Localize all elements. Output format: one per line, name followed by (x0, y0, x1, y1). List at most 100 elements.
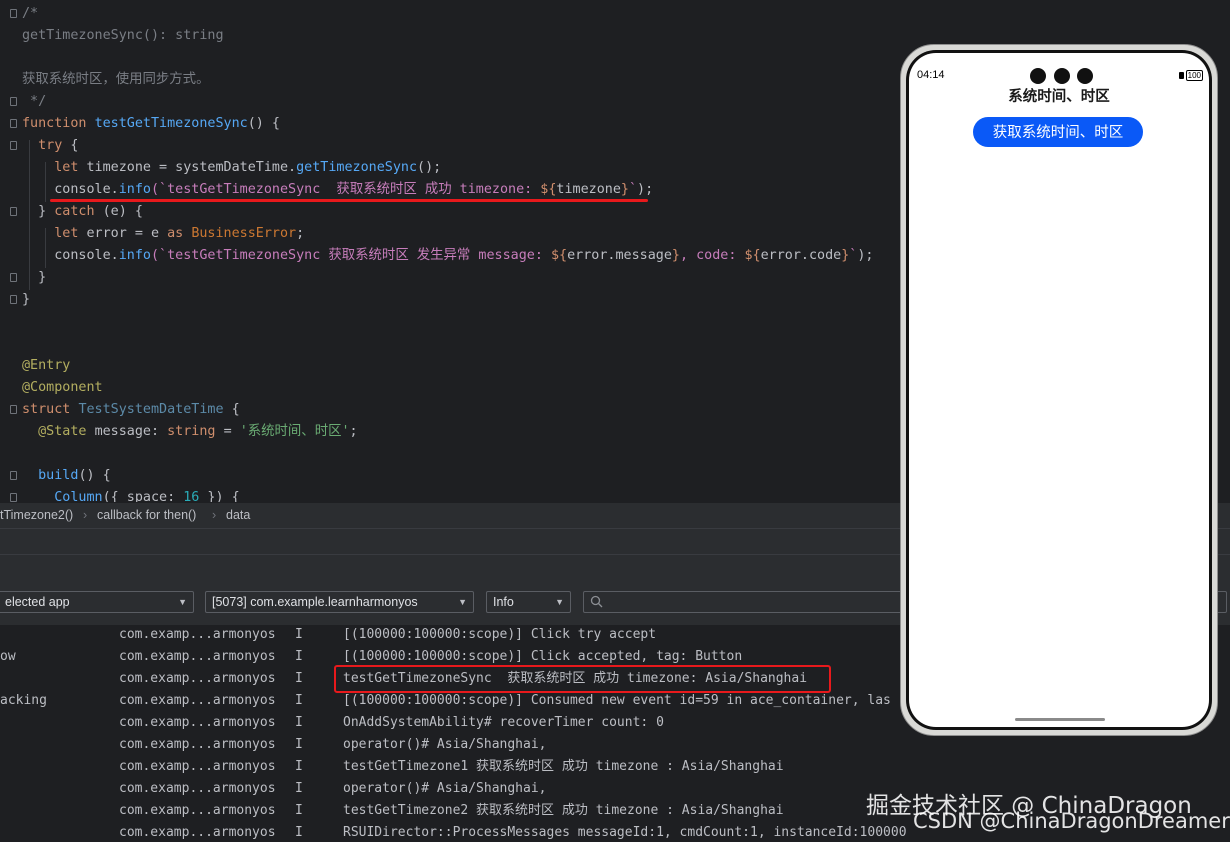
code-token: } (671, 248, 680, 263)
code-line[interactable]: /* (0, 3, 900, 25)
battery-icon: 100 (1185, 70, 1203, 82)
code-line[interactable]: } catch (e) { (0, 201, 900, 223)
battery-indicator: 100 (1178, 70, 1203, 82)
log-tag: acking (0, 693, 47, 708)
code-text: console.info(`testGetTimezoneSync 获取系统时区… (22, 245, 873, 267)
code-text: struct TestSystemDateTime { (22, 399, 240, 421)
code-token: function (22, 116, 95, 131)
code-token: (); (417, 160, 442, 175)
code-token: 获取系统时区，使用同步方式。 (22, 72, 210, 87)
code-line[interactable]: try { (0, 135, 900, 157)
log-package: com.examp...armonyos (119, 693, 276, 708)
log-package: com.examp...armonyos (119, 759, 276, 774)
code-token: timezone = systemDateTime. (86, 160, 297, 175)
code-token: @State (22, 424, 95, 439)
log-package: com.examp...armonyos (119, 649, 276, 664)
log-row[interactable]: com.examp...armonyos Ioperator()# Asia/Sh… (0, 734, 1230, 756)
code-line[interactable]: @Entry (0, 355, 900, 377)
code-text: console.info(`testGetTimezoneSync 获取系统时区… (22, 179, 653, 201)
breadcrumb-item-callback[interactable]: callback for then() (97, 508, 196, 522)
code-token: } (620, 182, 629, 197)
code-text: let error = e as BusinessError; (22, 223, 304, 245)
log-level: I (295, 759, 303, 774)
log-row[interactable]: com.examp...armonyos ItestGetTimezone1 获取… (0, 756, 1230, 778)
log-level-select[interactable]: Info ▼ (486, 591, 571, 613)
code-line[interactable]: @Component (0, 377, 900, 399)
code-text: @State message: string = '系统时间、时区'; (22, 421, 358, 443)
chevron-down-icon: ▼ (458, 597, 467, 607)
fold-marker-icon[interactable] (10, 141, 17, 150)
fold-marker-icon[interactable] (10, 97, 17, 106)
log-level-value: Info (493, 595, 514, 609)
code-line[interactable]: build() { (0, 465, 900, 487)
fold-marker-icon[interactable] (10, 405, 17, 414)
breadcrumb-item-data[interactable]: data (226, 508, 250, 522)
code-text: 获取系统时区，使用同步方式。 (22, 69, 209, 91)
code-token: console. (22, 248, 119, 263)
code-line[interactable]: @State message: string = '系统时间、时区'; (0, 421, 900, 443)
code-line[interactable] (0, 443, 900, 465)
fold-marker-icon[interactable] (10, 207, 17, 216)
code-token: (e) { (102, 204, 143, 219)
chevron-down-icon: ▼ (555, 597, 564, 607)
code-token: getTimezoneSync (296, 160, 418, 175)
code-token: message: (94, 424, 168, 439)
code-line[interactable]: let timezone = systemDateTime.getTimezon… (0, 157, 900, 179)
code-line[interactable]: struct TestSystemDateTime { (0, 399, 900, 421)
highlight-underline (50, 199, 648, 202)
code-token: error.message (567, 248, 672, 263)
fold-marker-icon[interactable] (10, 493, 17, 502)
search-icon (590, 595, 603, 608)
code-line[interactable] (0, 311, 900, 333)
chevron-down-icon: ▼ (178, 597, 187, 607)
code-token: { (70, 138, 79, 153)
fold-marker-icon[interactable] (10, 295, 17, 304)
log-package: com.examp...armonyos (119, 671, 276, 686)
code-line[interactable]: */ (0, 91, 900, 113)
code-line[interactable] (0, 333, 900, 355)
code-token: console. (22, 182, 119, 197)
code-token: (`testGetTimezoneSync 获取系统时区 发生异常 messag… (151, 248, 551, 263)
code-line[interactable]: 获取系统时区，使用同步方式。 (0, 69, 900, 91)
code-token: build (22, 468, 79, 483)
code-text: try { (22, 135, 78, 157)
code-token: error = e (86, 226, 168, 241)
fold-marker-icon[interactable] (10, 471, 17, 480)
log-package: com.examp...armonyos (119, 803, 276, 818)
log-level: I (295, 715, 303, 730)
get-time-timezone-button[interactable]: 获取系统时间、时区 (973, 117, 1143, 147)
code-token: string (167, 424, 224, 439)
code-token: () { (78, 468, 111, 483)
code-line[interactable]: console.info(`testGetTimezoneSync 获取系统时区… (0, 179, 900, 201)
log-level: I (295, 803, 303, 818)
page-title: 系统时间、时区 (1008, 89, 1110, 105)
log-level: I (295, 781, 303, 796)
breadcrumb-item-function[interactable]: tTimezone2() (0, 508, 73, 522)
camera-icon (1030, 68, 1046, 84)
device-bezel: 04:14 100 系统时间、时区 获取系统时间、时区 (906, 50, 1212, 730)
fold-marker-icon[interactable] (10, 9, 17, 18)
code-token: let (22, 160, 87, 175)
log-message: operator()# Asia/Shanghai, (343, 781, 547, 796)
code-line[interactable]: } (0, 289, 900, 311)
code-line[interactable]: getTimezoneSync(): string (0, 25, 900, 47)
breadcrumb-separator: › (212, 508, 217, 522)
app-select[interactable]: elected app ▼ (0, 591, 194, 613)
process-select[interactable]: [5073] com.example.learnharmonyos ▼ (205, 591, 474, 613)
code-line[interactable]: } (0, 267, 900, 289)
code-text: Column({ space: 16 }) { (22, 487, 239, 502)
code-token: ({ space: (102, 490, 184, 502)
log-message: testGetTimezone2 获取系统时区 成功 timezone : As… (343, 803, 784, 818)
code-line[interactable]: function testGetTimezoneSync() { (0, 113, 900, 135)
log-level: I (295, 671, 303, 686)
fold-marker-icon[interactable] (10, 119, 17, 128)
code-line[interactable] (0, 47, 900, 69)
code-line[interactable]: console.info(`testGetTimezoneSync 获取系统时区… (0, 245, 900, 267)
home-indicator[interactable] (1015, 718, 1105, 721)
code-line[interactable]: Column({ space: 16 }) { (0, 487, 900, 502)
fold-marker-icon[interactable] (10, 273, 17, 282)
code-line[interactable]: let error = e as BusinessError; (0, 223, 900, 245)
code-token: @Entry (22, 358, 71, 373)
lock-icon (1178, 72, 1184, 80)
code-token: testGetTimezoneSync (94, 116, 248, 131)
